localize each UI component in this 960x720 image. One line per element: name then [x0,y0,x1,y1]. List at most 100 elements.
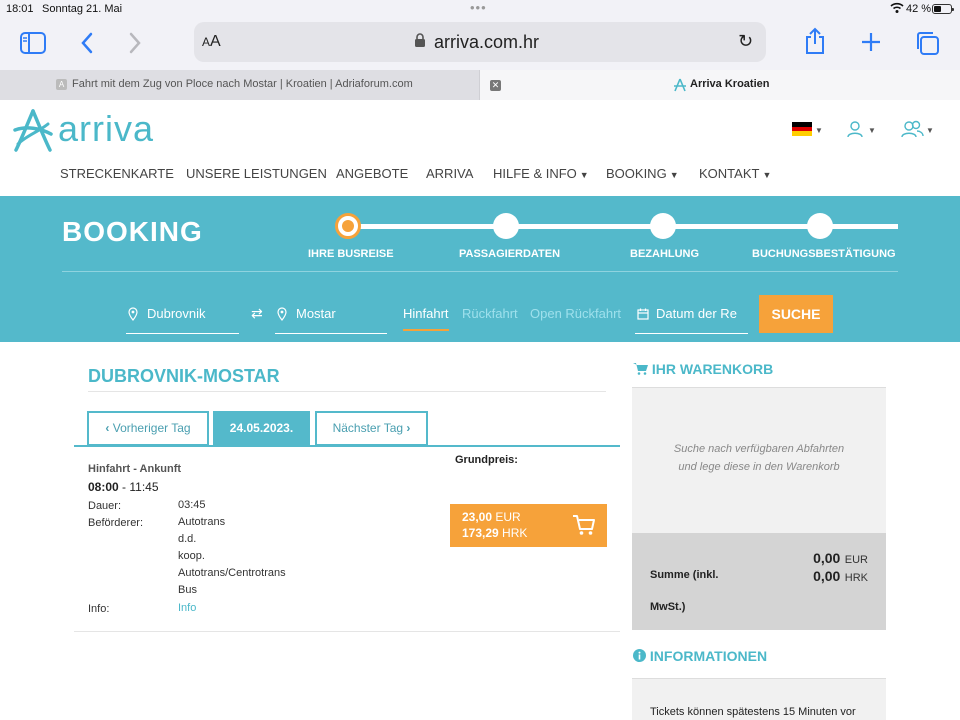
price-hrk-value: 173,29 [462,526,499,540]
info-heading: INFORMATIONEN [633,648,767,664]
nav-booking[interactable]: BOOKING ▼ [606,166,679,181]
location-pin-icon [277,307,287,321]
cart-empty-message: Suche nach verfügbaren Abfahrten und leg… [632,440,886,476]
tabs-overview-icon[interactable] [914,30,940,56]
chevron-down-icon: ▼ [762,170,772,180]
trip-type-rueckfahrt[interactable]: Rückfahrt [462,306,518,321]
sum-hrk: 0,00 HRK [813,568,868,586]
trip-type-hinfahrt[interactable]: Hinfahrt [403,306,449,331]
sidebar-icon[interactable] [20,32,46,54]
date-placeholder: Datum der Re [656,306,737,321]
new-tab-icon[interactable] [860,31,882,53]
language-flag-icon[interactable] [792,122,812,136]
carrier-line: d.d. [178,533,197,545]
sum-values: 0,00 EUR 0,00 HRK [813,550,868,586]
currency-hrk: HRK [502,526,528,540]
currency-eur: EUR [495,510,521,524]
forward-icon[interactable] [128,32,142,54]
cart-icon [573,515,595,535]
price-eur-value: 23,00 [462,510,493,524]
result-divider [74,631,620,632]
users-caret-icon[interactable]: ▼ [926,126,934,135]
step-dot-passagierdaten [493,213,519,239]
to-field[interactable]: Mostar [275,302,387,334]
tab-adriaforum[interactable]: A Fahrt mit dem Zug von Ploce nach Mosta… [0,70,480,100]
step-dot-buchungsbestaetigung [807,213,833,239]
text-size-button[interactable]: AA [202,33,221,51]
calendar-icon [637,308,649,320]
nav-kontakt-label: KONTAKT [699,166,760,181]
users-icon[interactable] [900,120,924,138]
sum-label: Summe (inkl. MwSt.) [650,559,740,623]
sum-hrk-value: 0,00 [813,568,841,584]
user-caret-icon[interactable]: ▼ [868,126,876,135]
user-icon[interactable] [846,120,864,138]
arriva-logo-text[interactable]: arriva [58,108,154,150]
back-icon[interactable] [80,32,94,54]
depart-time: 08:00 [88,480,119,494]
status-time: 18:01 [6,3,34,15]
info-title: INFORMATIONEN [649,648,768,664]
price-hrk: 173,29 HRK [462,526,527,540]
info-circle-icon [633,649,646,662]
step-dot-ihre-busreise [335,213,361,239]
sum-eur-value: 0,00 [813,550,841,566]
sum-label-line1: Summe (inkl. [650,569,719,581]
title-divider [88,391,606,392]
step-dot-bezahlung [650,213,676,239]
cart-title: IHR WARENKORB [651,361,774,377]
nav-unsere-leistungen[interactable]: UNSERE LEISTUNGEN [186,166,327,181]
tab-bar: A Fahrt mit dem Zug von Ploce nach Mosta… [0,70,960,100]
from-value: Dubrovnik [147,306,206,321]
from-field[interactable]: Dubrovnik [126,302,239,334]
share-icon[interactable] [804,27,826,55]
date-field[interactable]: Datum der Re [635,302,748,334]
shopping-cart-icon [633,363,648,375]
step-label-buchungsbestaetigung: BUCHUNGSBESTÄTIGUNG [752,248,896,260]
nav-arriva[interactable]: ARRIVA [426,166,473,181]
nav-streckenkarte[interactable]: STRECKENKARTE [60,166,174,181]
next-day-button[interactable]: Nächster Tag › [315,411,428,446]
favicon-icon: A [56,79,67,90]
info-label: Info: [88,603,110,615]
date-tab-underline [74,445,620,447]
sum-eur: 0,00 EUR [813,550,868,568]
carrier-line: koop. [178,550,205,562]
sum-eur-currency: EUR [844,554,868,566]
info-box: Tickets können spätestens 15 Minuten vor [632,678,886,720]
tab-title: Fahrt mit dem Zug von Ploce nach Mostar … [72,78,413,90]
url-text[interactable]: arriva.com.hr [434,32,539,53]
tab-arriva[interactable]: ✕ Arriva Kroatien [480,70,960,100]
carrier-line: Autotrans/Centrotrans [178,567,286,579]
trip-type-open-rueckfahrt[interactable]: Open Rückfahrt [530,306,621,321]
carrier-value: Autotrans d.d. koop. Autotrans/Centrotra… [178,514,286,599]
swap-icon[interactable]: ⇄ [251,305,263,322]
route-title: DUBROVNIK-MOSTAR [88,366,280,386]
cart-heading: IHR WARENKORB [633,361,773,377]
current-date-button[interactable]: 24.05.2023. [213,411,310,446]
base-price-label: Grundpreis: [455,454,518,466]
tab-title: Arriva Kroatien [690,78,770,90]
language-caret-icon[interactable]: ▼ [815,126,823,135]
close-tab-icon[interactable]: ✕ [490,80,501,91]
to-value: Mostar [296,306,336,321]
reload-icon[interactable]: ↻ [738,31,753,52]
next-day-label: Nächster Tag [332,421,404,435]
search-button[interactable]: SUCHE [759,295,833,333]
nav-kontakt[interactable]: KONTAKT ▼ [699,166,771,181]
cart-empty-line2: und lege diese in den Warenkorb [678,461,840,473]
cart-sum-box: Summe (inkl. MwSt.) 0,00 EUR 0,00 HRK [632,533,886,630]
address-bar[interactable]: AA arriva.com.hr ↻ [194,22,766,62]
nav-angebote[interactable]: ANGEBOTE [336,166,408,181]
duration-label: Dauer: [88,500,122,512]
prev-day-button[interactable]: ‹ Vorheriger Tag [87,411,209,446]
nav-hilfe-info[interactable]: HILFE & INFO ▼ [493,166,589,181]
multitask-dots-icon[interactable]: ••• [470,0,487,15]
add-to-cart-button[interactable]: 23,00 EUR 173,29 HRK [450,504,607,547]
carrier-line: Bus [178,584,197,596]
info-link[interactable]: Info [178,600,196,617]
step-label-bezahlung: BEZAHLUNG [630,248,700,260]
step-label-ihre-busreise: IHRE BUSREISE [308,248,394,260]
depart-arrive-label: Hinfahrt - Ankunft [88,463,182,475]
arriva-logo-icon[interactable] [12,108,54,154]
